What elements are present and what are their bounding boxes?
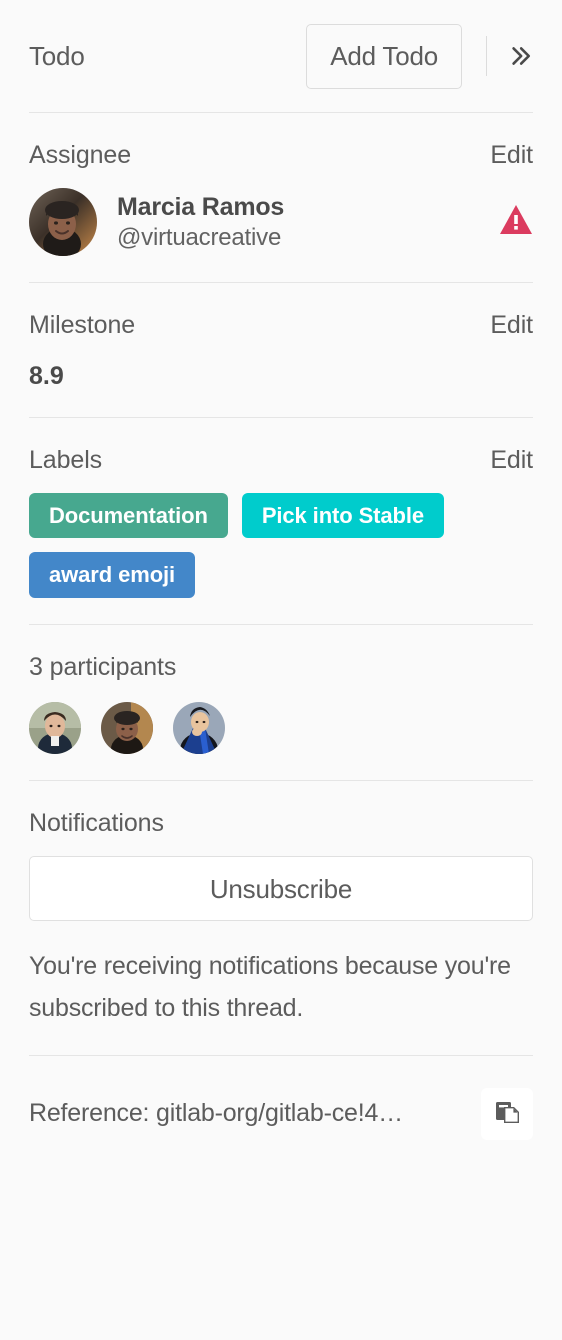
milestone-title: Milestone (29, 311, 136, 339)
todo-actions: Add Todo (306, 23, 533, 89)
participants-title: 3 participants (29, 652, 177, 681)
assignee-edit-link[interactable]: Edit (490, 141, 533, 170)
assignee-avatar[interactable] (29, 188, 97, 256)
labels-title: Labels (29, 446, 103, 474)
assignee-name: Marcia Ramos (117, 193, 285, 222)
milestone-edit-link[interactable]: Edit (490, 311, 533, 340)
assignee-title: Assignee (29, 141, 132, 169)
copy-to-clipboard-button[interactable] (481, 1087, 533, 1140)
label-pill[interactable]: award emoji (29, 552, 196, 598)
issuable-sidebar: Todo Add Todo Assignee Edit Marcia Ramos… (0, 0, 562, 1340)
toolbar-divider (486, 36, 487, 76)
milestone-value[interactable]: 8.9 (29, 362, 533, 391)
participants-section: 3 participants (29, 625, 533, 780)
participant-avatar[interactable] (173, 701, 225, 754)
warning-triangle-icon[interactable] (499, 204, 533, 240)
labels-edit-link[interactable]: Edit (490, 446, 533, 475)
assignee-header: Assignee Edit (29, 141, 533, 170)
participants-avatars (29, 701, 533, 754)
notifications-section: Notifications Unsubscribe You're receivi… (29, 781, 533, 1055)
milestone-section: Milestone Edit 8.9 (29, 283, 533, 417)
notifications-note: You're receiving notifications because y… (29, 951, 511, 1022)
label-pill[interactable]: Pick into Stable (241, 493, 445, 539)
assignee-identity: Marcia Ramos @virtuacreative (117, 192, 284, 252)
labels-header: Labels Edit (29, 446, 533, 475)
notifications-title: Notifications (29, 808, 164, 837)
unsubscribe-button[interactable]: Unsubscribe (29, 855, 533, 921)
todo-label: Todo (29, 40, 85, 71)
copy-to-clipboard-icon (491, 1096, 523, 1131)
participant-avatar[interactable] (101, 701, 153, 754)
participant-avatar[interactable] (29, 701, 81, 754)
reference-text: Reference: gitlab-org/gitlab-ce!4… (29, 1099, 403, 1128)
assignee-section: Assignee Edit Marcia Ramos @virtuacreati… (29, 113, 533, 282)
chevron-double-right-icon[interactable] (505, 42, 533, 70)
label-pill[interactable]: Documentation (29, 493, 228, 539)
reference-row: Reference: gitlab-org/gitlab-ce!4… (29, 1056, 533, 1168)
labels-list: Documentation Pick into Stable award emo… (29, 493, 533, 598)
add-todo-button[interactable]: Add Todo (306, 23, 462, 89)
assignee-row[interactable]: Marcia Ramos @virtuacreative (29, 188, 533, 256)
assignee-username: @virtuacreative (117, 223, 282, 251)
labels-section: Labels Edit Documentation Pick into Stab… (29, 418, 533, 624)
todo-block: Todo Add Todo (29, 0, 533, 112)
milestone-header: Milestone Edit (29, 311, 533, 340)
